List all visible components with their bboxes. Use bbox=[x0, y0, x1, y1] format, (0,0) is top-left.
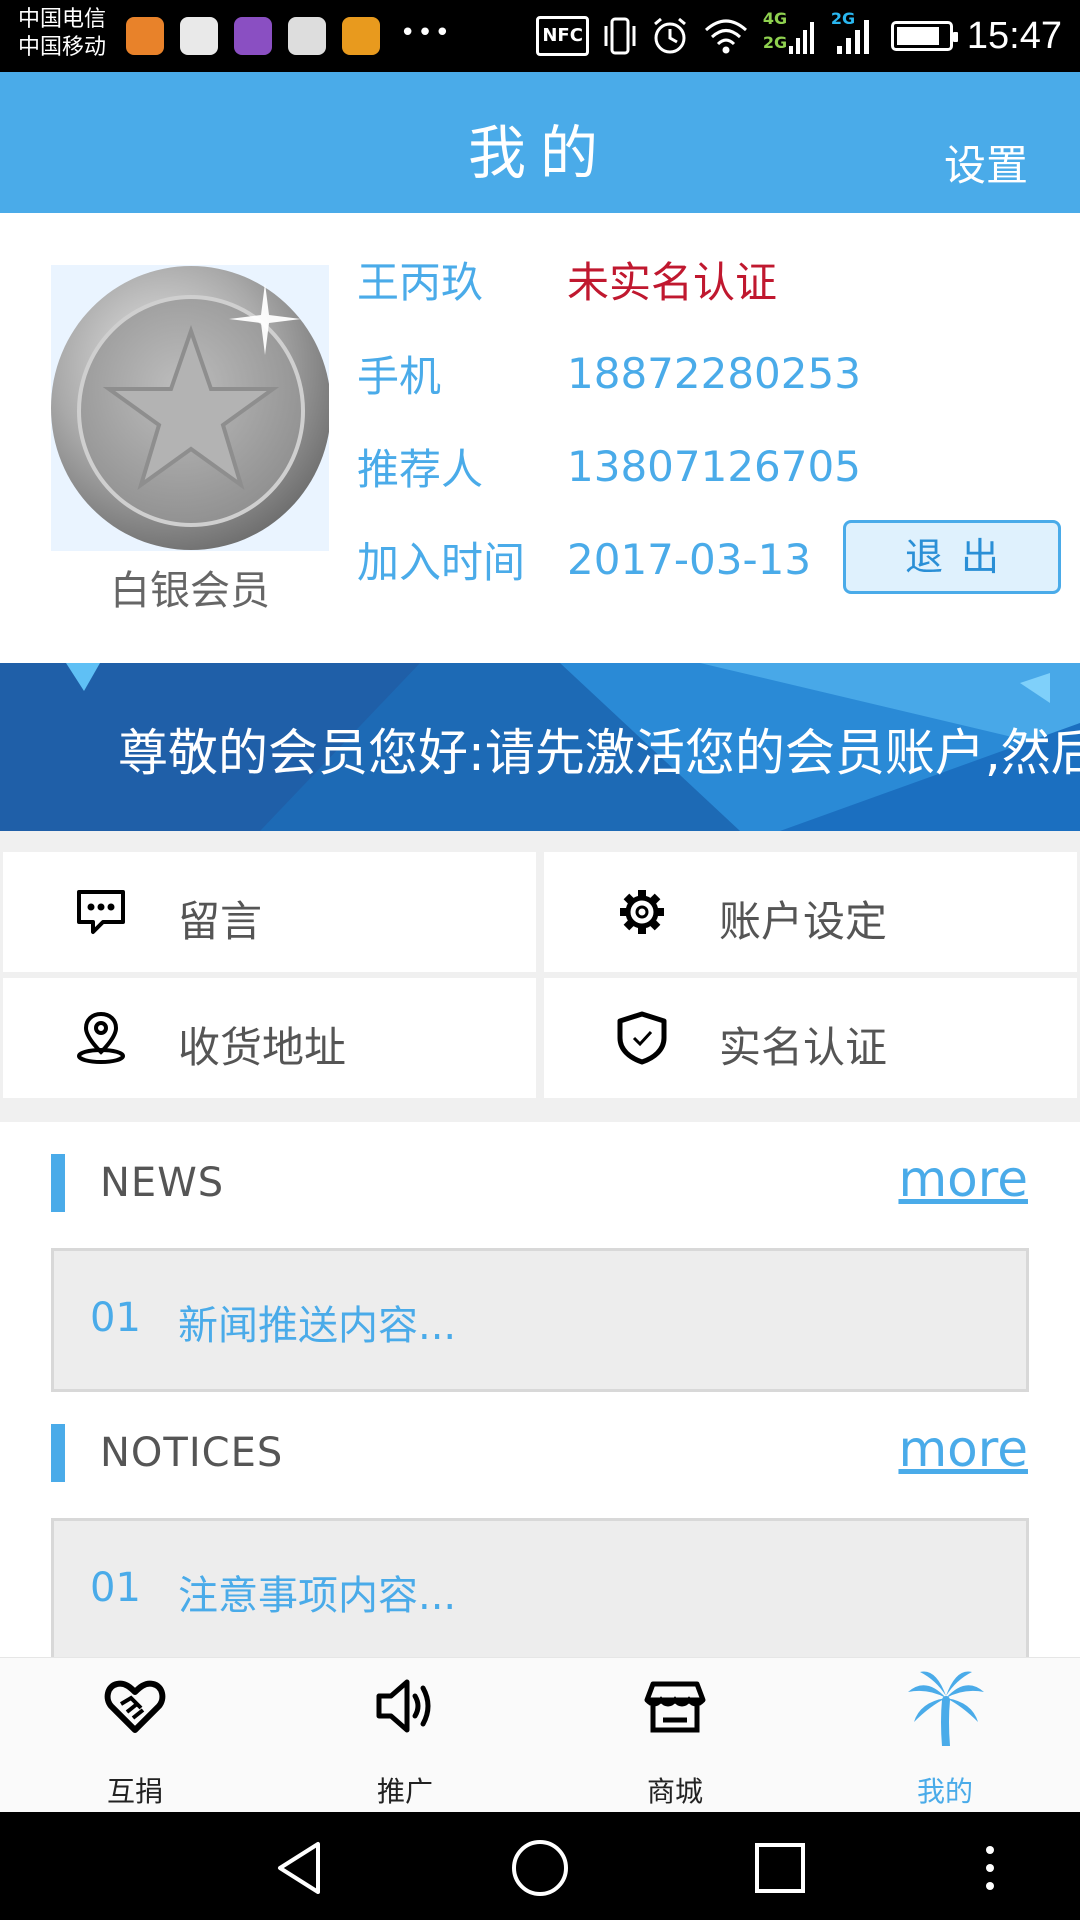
carrier-info: 中国电信 中国移动 bbox=[18, 6, 106, 62]
menu-account-settings[interactable]: 账户设定 bbox=[544, 852, 1077, 972]
referrer-label: 推荐人 bbox=[357, 444, 484, 494]
verify-status[interactable]: 未实名认证 bbox=[567, 249, 777, 310]
page-title: 我的 bbox=[467, 119, 612, 187]
menu-real-name-label: 实名认证 bbox=[719, 1023, 888, 1072]
recent-apps-icon[interactable] bbox=[750, 1838, 810, 1898]
news-more-link[interactable]: more bbox=[898, 1150, 1028, 1208]
join-date: 2017-03-13 bbox=[567, 534, 812, 584]
tab-mine[interactable]: 我的 bbox=[810, 1658, 1080, 1813]
gear-icon bbox=[620, 890, 664, 934]
signal-1-icon: 4G 2G bbox=[763, 10, 815, 56]
menu-account-settings-label: 账户设定 bbox=[719, 897, 888, 946]
menu-message[interactable]: 留言 bbox=[3, 852, 536, 972]
notice-item-number: 01 bbox=[90, 1565, 141, 1611]
tab-promote-label: 推广 bbox=[376, 1775, 433, 1808]
carrier-2: 中国移动 bbox=[18, 35, 107, 60]
battery-icon bbox=[890, 16, 958, 56]
profile-card: 白银会员 王丙玖 未实名认证 手机 18872280253 推荐人 138071… bbox=[0, 213, 1080, 663]
status-time: 15:47 bbox=[966, 14, 1062, 57]
news-app-icon bbox=[288, 17, 326, 55]
shield-check-icon bbox=[617, 1011, 667, 1065]
tab-promote[interactable]: 推广 bbox=[270, 1658, 540, 1813]
menu-address[interactable]: 收货地址 bbox=[3, 978, 536, 1098]
join-label: 加入时间 bbox=[357, 537, 526, 587]
news-item-number: 01 bbox=[90, 1295, 141, 1341]
join-row: 加入时间 2017-03-13 bbox=[357, 529, 811, 589]
notices-title: NOTICES bbox=[100, 1430, 284, 1476]
location-pin-icon bbox=[77, 1011, 125, 1064]
news-item-text: 新闻推送内容... bbox=[178, 1303, 457, 1349]
referrer-row: 推荐人 13807126705 bbox=[357, 436, 861, 496]
speaker-icon bbox=[376, 1679, 431, 1733]
message-icon bbox=[77, 890, 125, 934]
notices-more-link[interactable]: more bbox=[898, 1420, 1028, 1478]
back-icon[interactable] bbox=[270, 1838, 330, 1898]
announcement-banner[interactable]: 尊敬的会员您好:请先激活您的会员账户,然后 bbox=[0, 663, 1080, 831]
notices-accent-bar bbox=[51, 1424, 65, 1482]
more-notifications-icon: ••• bbox=[400, 18, 453, 48]
member-level: 白银会员 bbox=[110, 568, 270, 614]
gallery-app-icon bbox=[234, 17, 272, 55]
phone-row: 手机 18872280253 bbox=[357, 343, 861, 403]
member-badge-avatar bbox=[51, 265, 329, 551]
signal-2-icon: 2G bbox=[829, 10, 877, 56]
news-item[interactable]: 01 新闻推送内容... bbox=[51, 1248, 1029, 1392]
notice-item-text: 注意事项内容... bbox=[178, 1573, 457, 1619]
carrier-1: 中国电信 bbox=[18, 7, 107, 32]
news-section: NEWS more 01 新闻推送内容... bbox=[0, 1122, 1080, 1392]
bottom-tab-bar: 互捐 推广 商城 我的 bbox=[0, 1657, 1080, 1812]
vibrate-icon bbox=[603, 16, 637, 56]
handshake-heart-icon bbox=[104, 1680, 166, 1733]
logout-button[interactable]: 退出 bbox=[843, 520, 1061, 594]
menu-message-label: 留言 bbox=[178, 897, 263, 946]
user-name: 王丙玖 bbox=[357, 257, 484, 307]
notification-icons bbox=[126, 17, 380, 55]
browser-app-icon bbox=[180, 17, 218, 55]
phone-value: 18872280253 bbox=[567, 348, 861, 398]
store-icon bbox=[644, 1681, 706, 1733]
menu-real-name[interactable]: 实名认证 bbox=[544, 978, 1077, 1098]
settings-link[interactable]: 设置 bbox=[944, 132, 1028, 193]
app-header: 我的 设置 bbox=[0, 72, 1080, 213]
wifi-icon bbox=[703, 16, 749, 56]
home-icon[interactable] bbox=[510, 1838, 570, 1898]
phone-label: 手机 bbox=[357, 351, 442, 401]
notice-item[interactable]: 01 注意事项内容... bbox=[51, 1518, 1029, 1657]
palm-tree-icon bbox=[908, 1671, 984, 1746]
banner-text: 尊敬的会员您好:请先激活您的会员账户,然后 bbox=[118, 724, 1080, 782]
news-accent-bar bbox=[51, 1154, 65, 1212]
tab-mall-label: 商城 bbox=[646, 1775, 703, 1808]
menu-address-label: 收货地址 bbox=[178, 1023, 347, 1072]
overflow-menu-icon[interactable] bbox=[960, 1838, 1020, 1898]
status-bar: 中国电信 中国移动 ••• NFC 4G 2G 2G 15:47 bbox=[0, 0, 1080, 72]
tab-donate-label: 互捐 bbox=[106, 1775, 163, 1808]
taobao-app-icon bbox=[126, 17, 164, 55]
hand-app-icon bbox=[342, 17, 380, 55]
news-title: NEWS bbox=[100, 1160, 225, 1206]
tab-mall[interactable]: 商城 bbox=[540, 1658, 810, 1813]
tab-donate[interactable]: 互捐 bbox=[0, 1658, 270, 1813]
system-nav-bar bbox=[0, 1812, 1080, 1920]
nfc-icon: NFC bbox=[536, 16, 589, 56]
tab-mine-label: 我的 bbox=[916, 1775, 973, 1808]
quick-menu: 留言 账户设定 收货地址 实名认证 bbox=[0, 849, 1080, 1105]
alarm-icon bbox=[651, 16, 689, 56]
referrer-value: 13807126705 bbox=[567, 441, 861, 491]
name-row: 王丙玖 未实名认证 bbox=[357, 249, 777, 309]
notices-section: NOTICES more 01 注意事项内容... bbox=[0, 1392, 1080, 1657]
